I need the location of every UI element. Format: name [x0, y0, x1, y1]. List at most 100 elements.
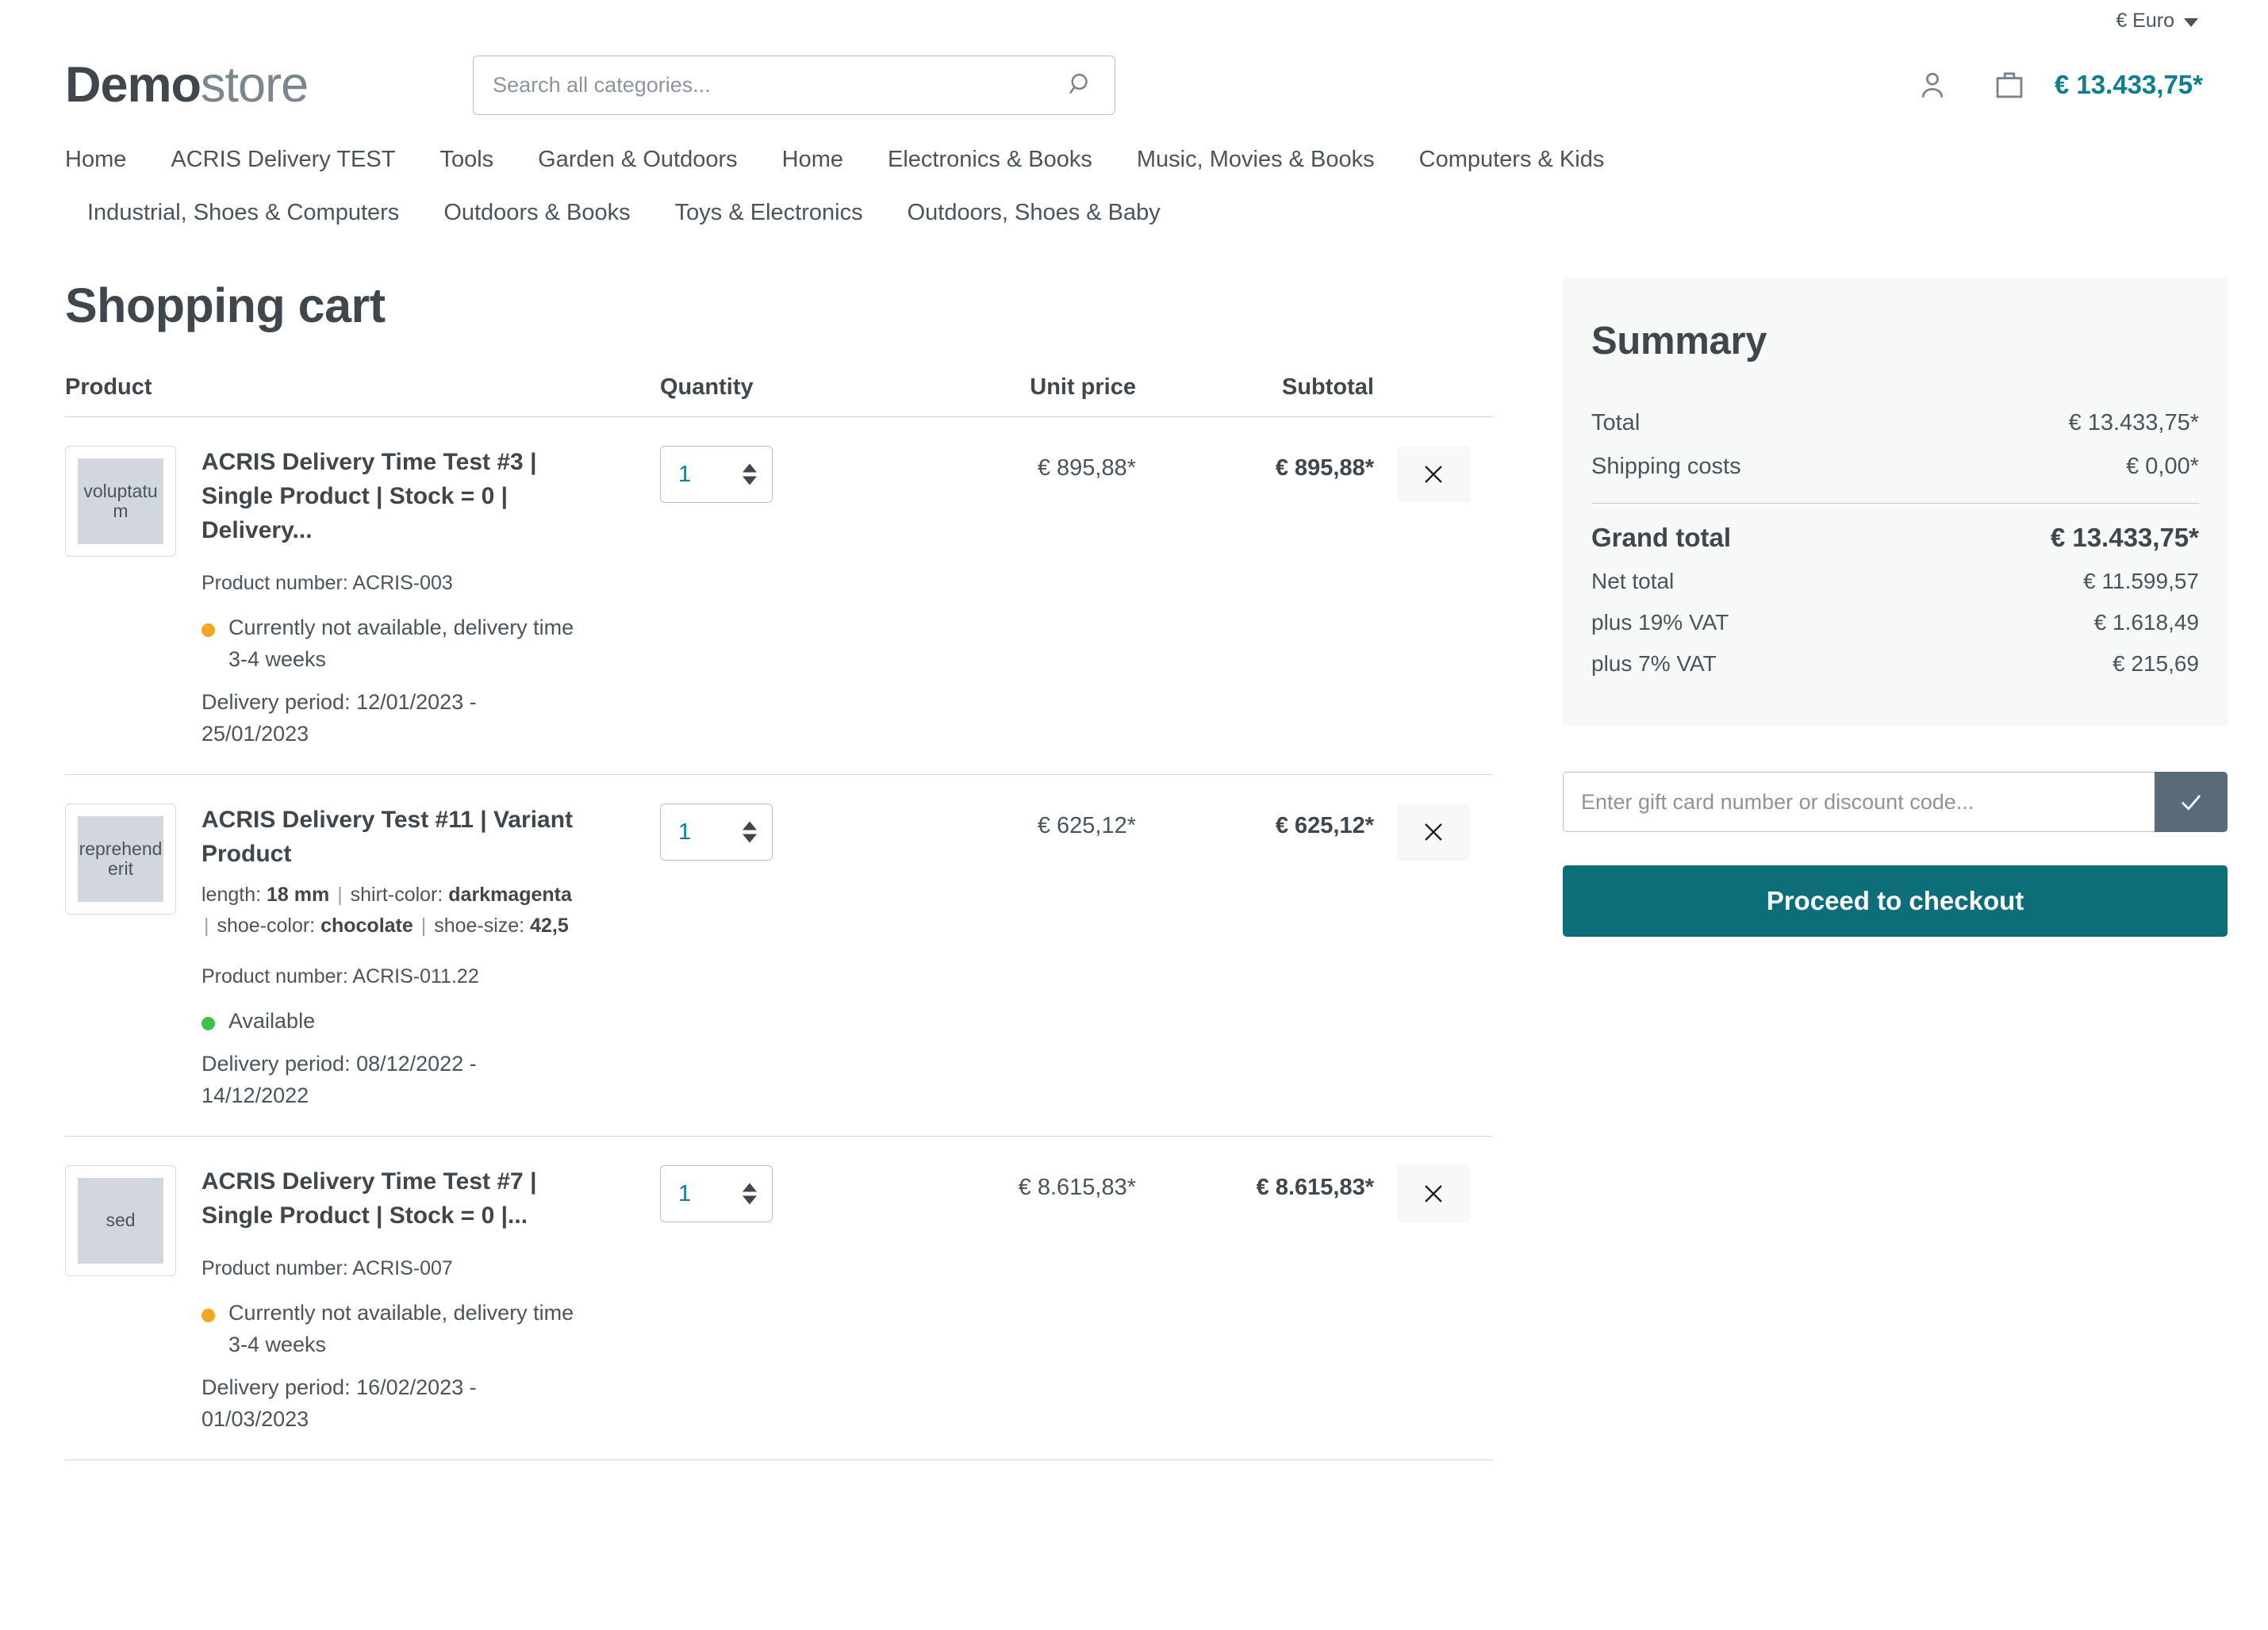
product-thumbnail[interactable]: reprehenderit	[65, 803, 176, 915]
nav-item-industrial-shoes-computers[interactable]: Industrial, Shoes & Computers	[65, 186, 421, 240]
main-navigation: Home ACRIS Delivery TEST Tools Garden & …	[0, 128, 1928, 240]
product-title[interactable]: ACRIS Delivery Test #11 | Variant Produc…	[201, 803, 574, 872]
logo-light-part: store	[201, 56, 309, 113]
product-variant-options: length: 18 mm | shirt-color: darkmagenta…	[201, 880, 574, 942]
quantity-cell: 123 456 78910	[660, 446, 898, 504]
quantity-stepper: 123 456 78910	[660, 446, 773, 504]
nav-item-home-2[interactable]: Home	[760, 133, 865, 186]
nav-item-tools[interactable]: Tools	[417, 133, 516, 186]
account-button[interactable]	[1915, 67, 1950, 102]
remove-item-button[interactable]	[1397, 803, 1470, 861]
unit-price: € 8.615,83*	[1018, 1174, 1136, 1200]
quantity-stepper: 123 456 78910	[660, 803, 773, 861]
summary-column: Summary Total € 13.433,75* Shipping cost…	[1563, 278, 2228, 938]
product-number: Product number: ACRIS-003	[201, 571, 453, 594]
summary-grand-total-value: € 13.433,75*	[2050, 523, 2199, 553]
logo-bold-part: Demo	[65, 56, 201, 113]
promo-code-input[interactable]	[1563, 772, 2155, 833]
check-icon	[2181, 795, 2201, 811]
availability-status: Available	[201, 1006, 574, 1037]
remove-item-button[interactable]	[1397, 1164, 1470, 1222]
summary-row-net-total: Net total € 11.599,57	[1591, 561, 2199, 602]
close-icon	[1425, 823, 1442, 842]
nav-item-outdoors-shoes-baby[interactable]: Outdoors, Shoes & Baby	[885, 186, 1183, 240]
page-title: Shopping cart	[65, 278, 386, 333]
delivery-period: Delivery period: 16/02/2023 - 01/03/2023	[201, 1375, 477, 1432]
summary-shipping-value: € 0,00*	[2126, 454, 2199, 480]
remove-item-button[interactable]	[1397, 446, 1470, 504]
nav-item-home-1[interactable]: Home	[65, 133, 148, 186]
nav-item-outdoors-books[interactable]: Outdoors & Books	[421, 186, 652, 240]
status-dot-icon	[201, 1309, 215, 1323]
variant-value-length: 18 mm	[267, 884, 330, 907]
search-container	[473, 55, 1116, 115]
chevron-down-icon	[2184, 17, 2198, 27]
quantity-select-row-3[interactable]: 123 456 78910	[660, 1164, 773, 1222]
nav-item-computers-kids[interactable]: Computers & Kids	[1397, 133, 1627, 186]
summary-row-shipping: Shipping costs € 0,00*	[1591, 445, 2199, 489]
status-dot-icon	[201, 1017, 215, 1031]
search-icon	[1069, 73, 1088, 94]
product-thumbnail-label: sed	[78, 1177, 163, 1264]
site-header: Demostore Search all categories... € 13.…	[0, 41, 2268, 128]
cart-table-header: Product Quantity Unit price Subtotal	[65, 374, 1493, 418]
nav-item-music-movies-books[interactable]: Music, Movies & Books	[1115, 133, 1397, 186]
summary-divider	[1591, 503, 2199, 504]
nav-item-acris-delivery-test[interactable]: ACRIS Delivery TEST	[148, 133, 417, 186]
nav-item-electronics-books[interactable]: Electronics & Books	[865, 133, 1115, 186]
remove-cell	[1374, 803, 1493, 861]
summary-row-total: Total € 13.433,75*	[1591, 401, 2199, 445]
cart-total-amount: € 13.433,75*	[2054, 70, 2203, 99]
proceed-to-checkout-button[interactable]: Proceed to checkout	[1563, 865, 2228, 938]
product-number: Product number: ACRIS-011.22	[201, 965, 479, 988]
main-content: Shopping cart Product Quantity Unit pric…	[0, 278, 2268, 1460]
summary-grand-total-label: Grand total	[1591, 523, 1732, 553]
header-actions: € 13.433,75*	[1915, 67, 2203, 103]
product-thumbnail-label: voluptatum	[78, 458, 163, 545]
column-header-subtotal: Subtotal	[1282, 374, 1374, 401]
subtotal-price: € 895,88*	[1275, 455, 1374, 481]
variant-separator: |	[204, 914, 209, 937]
page-root: € Euro Demostore Search all categories..…	[0, 0, 2268, 1630]
delivery-period: Delivery period: 12/01/2023 - 25/01/2023	[201, 690, 477, 746]
nav-item-garden-outdoors[interactable]: Garden & Outdoors	[516, 133, 759, 186]
search-button[interactable]	[1061, 65, 1101, 105]
quantity-select-row-2[interactable]: 123 456 78910	[660, 803, 773, 861]
currency-switcher[interactable]: € Euro	[2116, 10, 2198, 33]
unit-price: € 895,88*	[1037, 455, 1136, 481]
summary-row-vat-19: plus 19% VAT € 1.618,49	[1591, 602, 2199, 643]
remove-cell	[1374, 446, 1493, 504]
variant-value-shoe-size: 42,5	[530, 914, 569, 937]
variant-value-shoe-color: chocolate	[320, 914, 413, 937]
order-summary-panel: Summary Total € 13.433,75* Shipping cost…	[1563, 278, 2228, 727]
remove-cell	[1374, 1164, 1493, 1222]
summary-vat19-value: € 1.618,49	[2093, 610, 2199, 635]
table-row: sed ACRIS Delivery Time Test #7 | Single…	[65, 1137, 1493, 1460]
product-thumbnail[interactable]: sed	[65, 1164, 176, 1276]
nav-item-toys-electronics[interactable]: Toys & Electronics	[653, 186, 885, 240]
product-thumbnail-label: reprehenderit	[78, 816, 163, 903]
currency-label: € Euro	[2116, 9, 2174, 32]
product-thumbnail[interactable]: voluptatum	[65, 446, 176, 558]
product-cell: voluptatum ACRIS Delivery Time Test #3 |…	[65, 446, 660, 750]
site-logo[interactable]: Demostore	[65, 56, 309, 113]
bag-icon	[1996, 72, 2023, 98]
summary-net-total-value: € 11.599,57	[2083, 569, 2199, 594]
product-title[interactable]: ACRIS Delivery Time Test #3 | Single Pro…	[201, 446, 574, 548]
product-details: ACRIS Delivery Test #11 | Variant Produc…	[201, 803, 574, 1112]
status-dot-icon	[201, 623, 215, 638]
search-input[interactable]	[473, 55, 1116, 115]
product-title[interactable]: ACRIS Delivery Time Test #7 | Single Pro…	[201, 1165, 574, 1233]
quantity-select-row-1[interactable]: 123 456 78910	[660, 446, 773, 504]
product-cell: sed ACRIS Delivery Time Test #7 | Single…	[65, 1164, 660, 1436]
column-header-quantity: Quantity	[660, 374, 754, 401]
variant-label-length: length:	[201, 884, 262, 907]
availability-text: Available	[228, 1009, 316, 1034]
variant-label-shirt-color: shirt-color:	[350, 884, 443, 907]
close-icon	[1425, 1185, 1442, 1202]
delivery-period: Delivery period: 08/12/2022 - 14/12/2022	[201, 1052, 477, 1107]
product-details: ACRIS Delivery Time Test #7 | Single Pro…	[201, 1165, 574, 1436]
cart-widget[interactable]: € 13.433,75*	[1991, 67, 2203, 103]
product-number: Product number: ACRIS-007	[201, 1256, 453, 1279]
promo-submit-button[interactable]	[2155, 772, 2228, 833]
